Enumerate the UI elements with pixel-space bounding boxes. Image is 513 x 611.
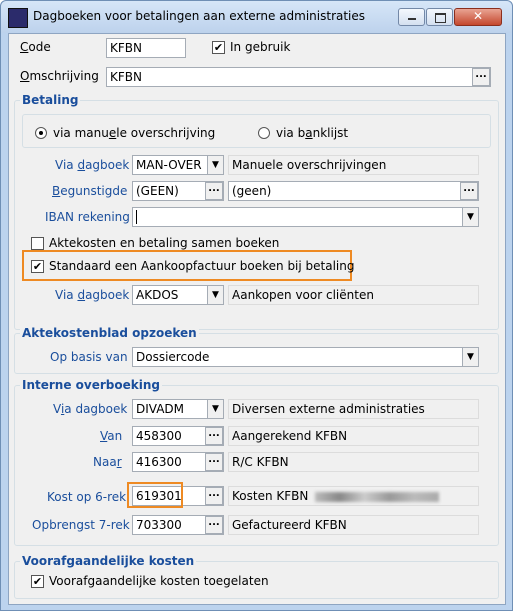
via-dagboek2-label: Via dagboek [55, 288, 130, 302]
chevron-down-icon[interactable]: ▼ [207, 400, 223, 418]
radio-banklijst-label: via banklijst [276, 126, 349, 140]
via-dagboek-description: Manuele overschrijvingen [228, 155, 479, 175]
via-dagboek-label: Via dagboek [55, 158, 130, 172]
blurred-redaction [315, 492, 439, 502]
begunstigde-label: Begunstigde [52, 184, 128, 198]
opbrengst-ellipsis-button[interactable]: ... [205, 516, 223, 534]
radio-manual-label: via manuele overschrijving [53, 126, 216, 140]
kost-ellipsis-button[interactable]: ... [205, 487, 223, 505]
via-dagboek2-description: Aankopen voor cliënten [228, 285, 479, 305]
interne-via-dagboek-select[interactable]: DIVADM ▼ [132, 399, 224, 419]
close-button[interactable]: ✕ [454, 8, 502, 26]
radio-banklijst[interactable] [258, 127, 270, 139]
betaling-title: Betaling [20, 93, 81, 107]
opbrengst-description: Gefactureerd KFBN [228, 515, 479, 535]
dialog-window: Dagboeken voor betalingen aan externe ad… [0, 0, 513, 611]
naar-label: Naar [93, 455, 122, 469]
via-dagboek-select[interactable]: MAN-OVER ▼ [132, 155, 224, 175]
chevron-down-icon[interactable]: ▼ [207, 286, 223, 304]
van-ellipsis-button[interactable]: ... [205, 427, 223, 445]
begunstigde-name-input[interactable]: (geen) [228, 181, 479, 201]
minimize-button[interactable] [398, 8, 425, 26]
kost-label: Kost op 6-rek [47, 490, 127, 504]
interne-via-dagboek-label: Via dagboek [53, 402, 128, 416]
omschrijving-input[interactable]: KFBN [106, 67, 491, 87]
chevron-down-icon[interactable]: ▼ [207, 156, 223, 174]
aktekosten-label: Aktekosten en betaling samen boeken [49, 236, 280, 250]
kost-description: Kosten KFBN [228, 486, 479, 506]
code-input[interactable]: KFBN [106, 38, 186, 58]
in-gebruik-checkbox[interactable]: ✔ [212, 41, 225, 54]
title-bar[interactable]: Dagboeken voor betalingen aan externe ad… [1, 1, 512, 33]
via-dagboek2-select[interactable]: AKDOS ▼ [132, 285, 224, 305]
radio-manual[interactable] [35, 127, 47, 139]
standaard-checkbox[interactable]: ✔ [31, 260, 44, 273]
opbrengst-label: Opbrengst 7-rek [32, 518, 130, 532]
voorafgaandelijke-title: Voorafgaandelijke kosten [20, 554, 197, 568]
window-title: Dagboeken voor betalingen aan externe ad… [33, 9, 366, 23]
naar-ellipsis-button[interactable]: ... [205, 453, 223, 471]
van-description: Aangerekend KFBN [228, 426, 479, 446]
van-label: Van [100, 429, 123, 443]
maximize-button[interactable] [426, 8, 453, 26]
chevron-down-icon[interactable]: ▼ [462, 208, 478, 226]
voorafgaandelijke-label: Voorafgaandelijke kosten toegelaten [49, 574, 269, 588]
kost-highlight-box [127, 482, 183, 508]
via-dagboek-value: MAN-OVER [136, 158, 202, 172]
iban-select[interactable]: ▼ [132, 207, 479, 227]
standaard-label: Standaard een Aankoopfactuur boeken bij … [49, 259, 355, 273]
interne-via-dagboek-description: Diversen externe administraties [228, 399, 479, 419]
in-gebruik-label: In gebruik [230, 40, 291, 54]
chevron-down-icon[interactable]: ▼ [462, 348, 478, 366]
begunstigde-ellipsis-button[interactable]: ... [205, 182, 223, 200]
begunstigde-name-ellipsis-button[interactable]: ... [460, 182, 478, 200]
minimize-icon [408, 18, 416, 20]
op-basis-label: Op basis van [50, 350, 128, 364]
app-icon [8, 8, 28, 28]
omschrijving-ellipsis-button[interactable]: ... [472, 68, 490, 86]
aktekostenblad-title: Aktekostenblad opzoeken [20, 326, 199, 340]
omschrijving-label: Omschrijving [20, 69, 99, 83]
dialog-client-area: Code KFBN ✔ In gebruik Omschrijving KFBN… [8, 33, 506, 605]
close-icon: ✕ [473, 9, 484, 23]
naar-description: R/C KFBN [228, 452, 479, 472]
maximize-icon [435, 13, 446, 23]
code-label: Code [20, 40, 51, 54]
iban-label: IBAN rekening [45, 210, 130, 224]
voorafgaandelijke-checkbox[interactable]: ✔ [31, 575, 44, 588]
text-cursor [136, 210, 137, 224]
op-basis-select[interactable]: Dossiercode ▼ [132, 347, 479, 367]
aktekosten-checkbox[interactable] [31, 237, 44, 250]
interne-overboeking-title: Interne overboeking [20, 378, 162, 392]
